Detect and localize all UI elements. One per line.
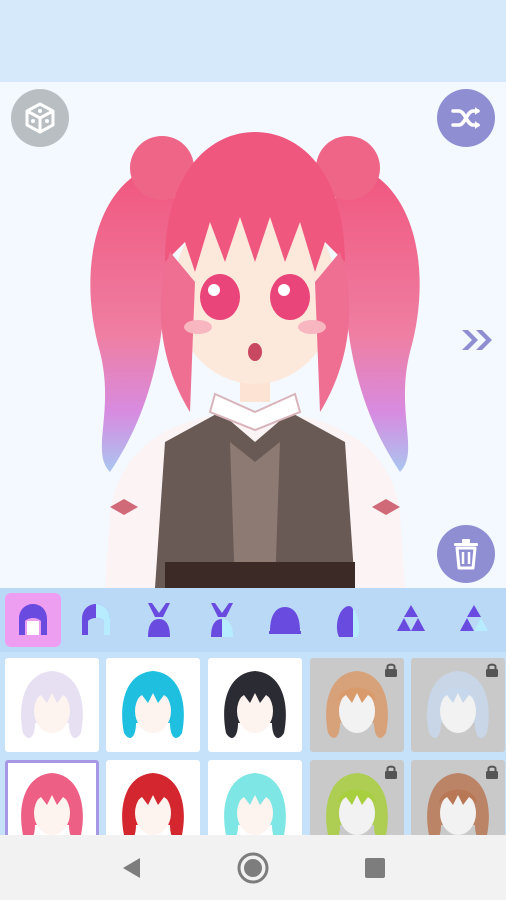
random-dice-button[interactable] <box>11 89 69 147</box>
hair-option[interactable] <box>310 658 404 752</box>
category-tab-bar <box>0 588 506 652</box>
hair-thumbnail <box>122 773 184 835</box>
top-banner-area <box>0 0 506 82</box>
tab-triangle-pattern-alt[interactable] <box>446 593 502 647</box>
system-navigation-bar <box>0 835 506 900</box>
lock-icon <box>385 663 397 677</box>
hair-option[interactable] <box>208 658 302 752</box>
lock-icon <box>486 765 498 779</box>
hair-thumbnail <box>122 671 184 738</box>
character-preview <box>90 132 420 588</box>
hair-option[interactable] <box>5 760 99 835</box>
bunny-ears-icon <box>148 603 170 637</box>
next-button[interactable] <box>458 325 498 355</box>
tab-bunny-ears[interactable] <box>131 593 187 647</box>
nav-home-button[interactable] <box>236 851 270 885</box>
triangle-pattern-alt-icon <box>460 605 488 631</box>
hair-thumbnail <box>21 773 83 835</box>
hair-thumbnail <box>224 671 286 738</box>
hair-option[interactable] <box>411 760 505 835</box>
nav-back-button[interactable] <box>114 851 148 885</box>
lock-icon <box>385 765 397 779</box>
hair-option[interactable] <box>310 760 404 835</box>
shuffle-icon <box>451 107 480 129</box>
tab-bunny-ears-alt[interactable] <box>194 593 250 647</box>
side-hair-icon <box>336 606 360 637</box>
recents-square-icon <box>365 858 385 878</box>
shuffle-button[interactable] <box>437 89 495 147</box>
character-stage <box>0 82 506 588</box>
tab-triangle-pattern[interactable] <box>383 593 439 647</box>
tab-bun[interactable] <box>257 593 313 647</box>
hair-thumbnail <box>224 773 286 835</box>
back-triangle-icon <box>123 858 140 878</box>
tab-front-hair-alt[interactable] <box>68 593 124 647</box>
hair-option[interactable] <box>106 658 200 752</box>
double-chevron-right-icon <box>462 330 492 350</box>
hair-options-grid <box>0 652 506 835</box>
bunny-ears-alt-icon <box>211 603 233 637</box>
nav-recents-button[interactable] <box>358 851 392 885</box>
hair-option[interactable] <box>411 658 505 752</box>
trash-icon <box>454 539 478 570</box>
tab-front-hair[interactable] <box>5 593 61 647</box>
hair-thumbnail <box>21 671 83 738</box>
bun-icon <box>269 607 301 634</box>
front-hair-alt-icon <box>82 604 110 635</box>
front-hair-icon <box>19 604 47 635</box>
hair-option[interactable] <box>5 658 99 752</box>
tab-side-hair[interactable] <box>320 593 376 647</box>
triangle-pattern-icon <box>397 605 425 631</box>
home-circle-icon <box>237 852 269 884</box>
hair-option[interactable] <box>208 760 302 835</box>
hair-option[interactable] <box>106 760 200 835</box>
lock-icon <box>486 663 498 677</box>
delete-button[interactable] <box>437 525 495 583</box>
dice-icon <box>25 102 55 134</box>
